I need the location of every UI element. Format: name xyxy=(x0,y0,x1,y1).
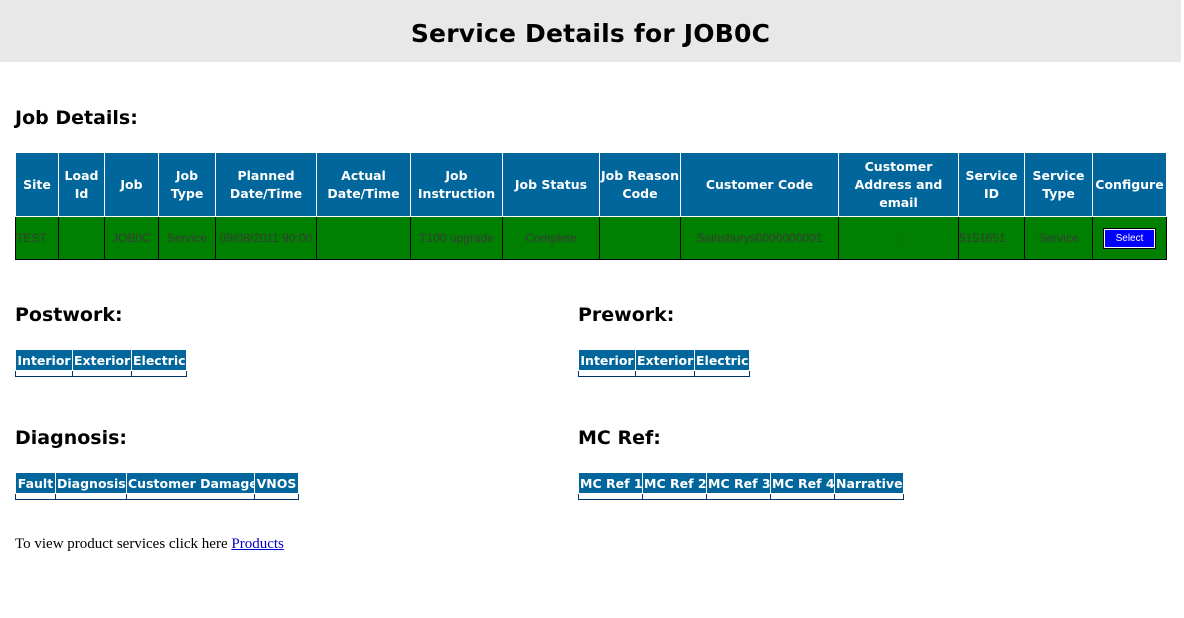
table-row xyxy=(578,493,904,500)
postwork-col-electric: Electric xyxy=(131,349,187,371)
prework-header-row: Interior Exterior Electric xyxy=(578,349,750,371)
cell-job: JOB0C xyxy=(104,216,159,260)
job-details-heading: Job Details: xyxy=(15,107,138,129)
mc-ref-heading: MC Ref: xyxy=(578,427,661,449)
prework-cell xyxy=(694,370,750,377)
col-header-service-id: Service ID xyxy=(958,152,1025,217)
diagnosis-cell xyxy=(126,493,255,500)
postwork-col-interior: Interior xyxy=(15,349,73,371)
cell-configure: Select xyxy=(1092,216,1167,260)
col-header-configure: Configure xyxy=(1092,152,1167,217)
diagnosis-cell xyxy=(254,493,299,500)
col-header-site: Site xyxy=(15,152,59,217)
postwork-cell xyxy=(72,370,132,377)
col-header-status: Job Status xyxy=(502,152,600,217)
page-title: Service Details for JOB0C xyxy=(410,18,771,48)
footer-text: To view product services click here xyxy=(15,536,232,552)
prework-cell xyxy=(635,370,695,377)
diagnosis-col-diagnosis: Diagnosis xyxy=(55,472,127,494)
cell-customer-address: : xyxy=(838,216,959,260)
cell-site: TEST xyxy=(15,216,59,260)
col-header-job-type: Job Type xyxy=(158,152,216,217)
diagnosis-table: Fault Diagnosis Customer Damage VNOS xyxy=(15,472,299,500)
cell-planned: 09/08/2011 90:00 xyxy=(215,216,317,260)
mc-ref-cell xyxy=(642,493,707,500)
postwork-col-exterior: Exterior xyxy=(72,349,132,371)
mc-ref-col-narrative: Narrative xyxy=(834,472,904,494)
job-details-table: Site Load Id Job Job Type Planned Date/T… xyxy=(15,152,1167,260)
mc-ref-table: MC Ref 1 MC Ref 2 MC Ref 3 MC Ref 4 Narr… xyxy=(578,472,904,500)
diagnosis-col-vnos: VNOS xyxy=(254,472,299,494)
cell-load-id xyxy=(58,216,105,260)
mc-ref-col-3: MC Ref 3 xyxy=(706,472,771,494)
diagnosis-cell xyxy=(15,493,56,500)
cell-service-type: Service xyxy=(1024,216,1093,260)
cell-job-type: Service xyxy=(158,216,216,260)
title-bar: Service Details for JOB0C xyxy=(0,0,1181,62)
cell-status: Complete xyxy=(502,216,600,260)
mc-ref-col-1: MC Ref 1 xyxy=(578,472,643,494)
col-header-customer-address: Customer Address and email xyxy=(838,152,959,217)
table-row xyxy=(15,493,299,500)
mc-ref-col-4: MC Ref 4 xyxy=(770,472,835,494)
diagnosis-cell xyxy=(55,493,127,500)
cell-reason-code xyxy=(599,216,681,260)
prework-col-electric: Electric xyxy=(694,349,750,371)
mc-ref-cell xyxy=(706,493,771,500)
cell-service-id: 5151651 xyxy=(958,216,1025,260)
cell-customer-code: Sainsburys0000000001 xyxy=(680,216,839,260)
prework-cell xyxy=(578,370,636,377)
mc-ref-header-row: MC Ref 1 MC Ref 2 MC Ref 3 MC Ref 4 Narr… xyxy=(578,472,904,494)
prework-col-exterior: Exterior xyxy=(635,349,695,371)
diagnosis-header-row: Fault Diagnosis Customer Damage VNOS xyxy=(15,472,299,494)
table-row: TEST JOB0C Service 09/08/2011 90:00 T100… xyxy=(15,216,1167,260)
mc-ref-col-2: MC Ref 2 xyxy=(642,472,707,494)
col-header-service-type: Service Type xyxy=(1024,152,1093,217)
diagnosis-col-customer-damage: Customer Damage xyxy=(126,472,255,494)
postwork-table: Interior Exterior Electric xyxy=(15,349,187,377)
table-row xyxy=(578,370,750,377)
job-table-header-row: Site Load Id Job Job Type Planned Date/T… xyxy=(15,152,1167,217)
col-header-planned: Planned Date/Time xyxy=(215,152,317,217)
select-button[interactable]: Select xyxy=(1102,227,1157,249)
diagnosis-col-fault: Fault xyxy=(15,472,56,494)
mc-ref-cell xyxy=(578,493,643,500)
postwork-cell xyxy=(131,370,187,377)
table-row xyxy=(15,370,187,377)
col-header-instruction: Job Instruction xyxy=(410,152,503,217)
col-header-customer-code: Customer Code xyxy=(680,152,839,217)
postwork-heading: Postwork: xyxy=(15,304,123,326)
postwork-header-row: Interior Exterior Electric xyxy=(15,349,187,371)
diagnosis-heading: Diagnosis: xyxy=(15,427,128,449)
postwork-cell xyxy=(15,370,73,377)
footer-note: To view product services click here Prod… xyxy=(15,536,284,553)
col-header-load-id: Load Id xyxy=(58,152,105,217)
col-header-reason-code: Job Reason Code xyxy=(599,152,681,217)
prework-heading: Prework: xyxy=(578,304,675,326)
prework-col-interior: Interior xyxy=(578,349,636,371)
mc-ref-cell xyxy=(834,493,904,500)
cell-actual xyxy=(316,216,411,260)
col-header-job: Job xyxy=(104,152,159,217)
col-header-actual: Actual Date/Time xyxy=(316,152,411,217)
cell-instruction: T100 upgrade xyxy=(410,216,503,260)
mc-ref-cell xyxy=(770,493,835,500)
products-link[interactable]: Products xyxy=(231,536,284,552)
prework-table: Interior Exterior Electric xyxy=(578,349,750,377)
